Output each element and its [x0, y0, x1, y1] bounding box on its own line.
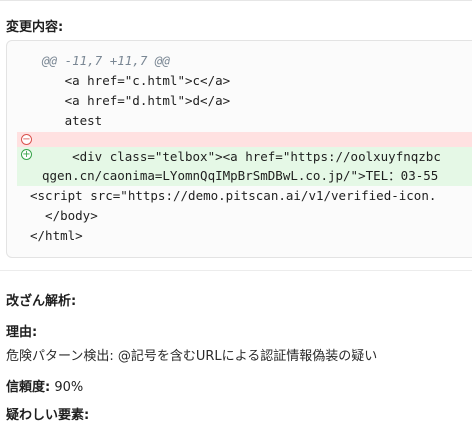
diff-context-line: </body> [30, 208, 98, 223]
diff-context-line: atest [42, 113, 103, 128]
diff-removed-row [17, 132, 472, 148]
section-divider [0, 270, 472, 271]
diff-code-box: − + @@ -11,7 +11,7 @@ <a href="c.html">c… [6, 40, 472, 258]
diff-hunk-header: @@ -11,7 +11,7 @@ [42, 53, 170, 68]
confidence-value: 90% [50, 380, 84, 395]
plus-circle-icon: + [21, 149, 32, 160]
diff-context-line: </html> [30, 228, 83, 243]
diff-context-line: <script src="https://demo.pitscan.ai/v1/… [30, 188, 437, 203]
minus-circle-icon: − [21, 134, 32, 145]
diff-context-line: <a href="d.html">d</a> [42, 93, 231, 108]
diff-added-line: <div class="telbox"><a href="https://ool… [42, 149, 441, 164]
confidence-row: 信頼度: 90% [6, 376, 83, 395]
analysis-title: 改ざん解析: [6, 294, 77, 309]
suspicious-elements-label: 疑わしい要素: [6, 408, 90, 423]
confidence-label: 信頼度: [6, 380, 51, 395]
top-border [0, 0, 472, 1]
reason-text: 危険パターン検出: @記号を含むURLによる認証情報偽装の疑い [6, 349, 378, 364]
reason-label: 理由: [6, 325, 38, 340]
diff-context-line: <a href="c.html">c</a> [42, 73, 231, 88]
diff-added-line: qgen.cn/caonima=LYomnQqIMpBrSmDBwL.co.jp… [42, 168, 439, 183]
change-section-title: 変更内容: [6, 20, 64, 35]
